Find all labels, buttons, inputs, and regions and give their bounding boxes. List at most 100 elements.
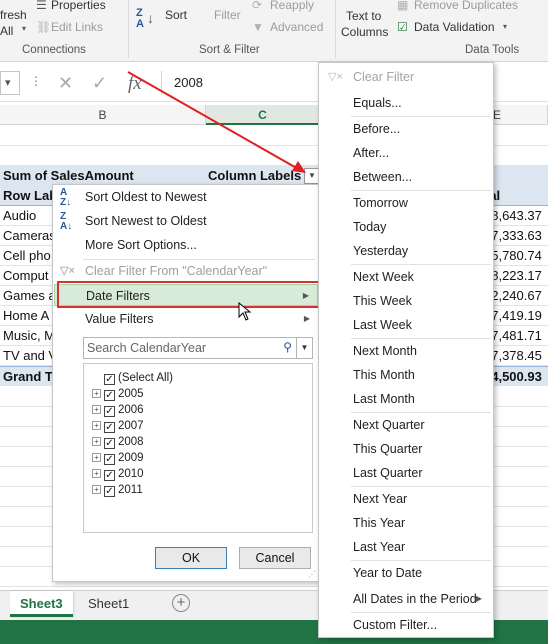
date-filter-equals[interactable]: Equals... [320, 91, 492, 115]
mouse-cursor-icon [238, 302, 252, 321]
refresh-all-button[interactable]: fresh [0, 8, 27, 22]
column-header-c[interactable]: C [206, 105, 320, 125]
edit-links-button[interactable]: Edit Links [51, 20, 103, 34]
date-filters-submenu: ▽× Clear Filter Equals... Before... Afte… [318, 62, 494, 638]
date-filter-this-year[interactable]: This Year [320, 511, 492, 535]
date-filter-this-week[interactable]: This Week [320, 289, 492, 313]
tree-item-2006[interactable]: + ✓ 2006 [92, 402, 144, 418]
filter-button[interactable]: Filter [214, 8, 241, 22]
tree-item-2010[interactable]: + ✓ 2010 [92, 466, 144, 482]
date-filter-next-week[interactable]: Next Week [320, 265, 492, 289]
tree-item-2008[interactable]: + ✓ 2008 [92, 434, 144, 450]
add-sheet-icon[interactable]: + [172, 594, 190, 612]
expand-plus-icon[interactable]: + [92, 469, 101, 478]
row-labels-cell[interactable]: Row Lab [0, 186, 57, 206]
data-validation-button[interactable]: Data Validation [414, 20, 495, 34]
date-filter-last-year[interactable]: Last Year [320, 535, 492, 559]
checkbox-checked-icon[interactable]: ✓ [104, 438, 115, 449]
search-scope-dropdown[interactable]: ▼ [296, 338, 312, 358]
date-filter-last-month[interactable]: Last Month [320, 387, 492, 411]
column-labels-cell[interactable]: Column Labels [205, 166, 301, 186]
sort-oldest-to-newest[interactable]: A Z↓ Sort Oldest to Newest [54, 186, 318, 208]
date-filter-year-to-date[interactable]: Year to Date [320, 561, 492, 585]
expand-plus-icon[interactable]: + [92, 405, 101, 414]
checkbox-checked-icon[interactable]: ✓ [104, 486, 115, 497]
confirm-entry-icon[interactable]: ✓ [92, 73, 107, 94]
date-filter-this-month[interactable]: This Month [320, 363, 492, 387]
date-filter-custom-filter[interactable]: Custom Filter... [320, 613, 492, 637]
tree-item-label: 2009 [118, 452, 144, 464]
insert-function-icon[interactable]: fx [128, 73, 142, 95]
date-filter-clear-filter[interactable]: ▽× Clear Filter [320, 65, 492, 89]
value-filters-menu-item[interactable]: Value Filters ▶ [54, 308, 318, 330]
more-sort-options[interactable]: More Sort Options... [54, 234, 318, 256]
date-filter-next-year[interactable]: Next Year [320, 487, 492, 511]
date-filter-between[interactable]: Between... [320, 165, 492, 189]
date-filter-after[interactable]: After... [320, 141, 492, 165]
date-filter-next-month[interactable]: Next Month [320, 339, 492, 363]
sort-button[interactable]: Sort [165, 8, 187, 22]
tree-item-2011[interactable]: + ✓ 2011 [92, 482, 143, 498]
expand-plus-icon[interactable]: + [92, 453, 101, 462]
checkbox-checked-icon[interactable]: ✓ [104, 470, 115, 481]
group-divider [128, 0, 129, 58]
remove-duplicates-button[interactable]: Remove Duplicates [414, 0, 518, 12]
sort-arrow-icon: ↓ [147, 10, 154, 26]
date-filter-next-quarter[interactable]: Next Quarter [320, 413, 492, 437]
chevron-down-icon[interactable]: ▾ [503, 22, 507, 31]
checkbox-checked-icon[interactable]: ✓ [104, 390, 115, 401]
expand-plus-icon[interactable]: + [92, 421, 101, 430]
text-to-columns-label[interactable]: Columns [341, 25, 388, 39]
autofilter-panel: A Z↓ Sort Oldest to Newest Z A↓ Sort Newes… [52, 184, 320, 582]
sort-za-icon[interactable]: ZA [136, 8, 144, 30]
tree-item-2005[interactable]: + ✓ 2005 [92, 386, 144, 402]
checkbox-checked-icon[interactable]: ✓ [104, 422, 115, 433]
cancel-entry-icon[interactable]: ✕ [58, 73, 73, 94]
date-filter-last-week[interactable]: Last Week [320, 313, 492, 337]
chevron-down-icon[interactable]: ▾ [22, 24, 26, 33]
reapply-button[interactable]: Reapply [270, 0, 314, 12]
refresh-all-label[interactable]: All [0, 24, 13, 38]
clear-filter-from-calendaryear[interactable]: ▽× Clear Filter From "CalendarYear" [54, 260, 318, 282]
data-validation-icon: ☑ [397, 20, 408, 34]
checkbox-checked-icon[interactable]: ✓ [104, 406, 115, 417]
menu-item-label: Last Month [353, 392, 415, 406]
ok-button[interactable]: OK [155, 547, 227, 569]
date-filter-this-quarter[interactable]: This Quarter [320, 437, 492, 461]
menu-item-label: Clear Filter From "CalendarYear" [85, 264, 268, 278]
column-header-b[interactable]: B [0, 105, 206, 125]
row-label: TV and V [3, 348, 58, 363]
expand-plus-icon[interactable]: + [92, 485, 101, 494]
properties-button[interactable]: Properties [51, 0, 106, 12]
date-filter-last-quarter[interactable]: Last Quarter [320, 461, 492, 485]
row-label: Home A [3, 308, 50, 323]
sort-newest-to-oldest[interactable]: Z A↓ Sort Newest to Oldest [54, 210, 318, 232]
search-input[interactable] [84, 338, 280, 358]
name-box[interactable]: ▾ [0, 71, 20, 95]
date-filter-yesterday[interactable]: Yesterday [320, 239, 492, 263]
tree-item-2009[interactable]: + ✓ 2009 [92, 450, 144, 466]
formula-bar-grip-icon: ⋮ [30, 74, 42, 88]
tree-item-label: 2011 [118, 484, 143, 496]
search-icon: ⚲ [283, 340, 292, 354]
resize-grip-icon[interactable]: ⋰ [308, 570, 316, 579]
text-to-columns-button[interactable]: Text to [346, 9, 381, 23]
expand-plus-icon[interactable]: + [92, 389, 101, 398]
tree-item-select-all[interactable]: ✓ (Select All) [104, 370, 173, 386]
pivot-values-field[interactable]: Sum of SalesAmount [0, 166, 134, 186]
sheet-tab-sheet3[interactable]: Sheet3 [10, 591, 73, 617]
advanced-button[interactable]: Advanced [270, 20, 323, 34]
date-filter-today[interactable]: Today [320, 215, 492, 239]
sheet-tab-sheet1[interactable]: Sheet1 [78, 591, 139, 617]
date-filter-all-dates-in-period[interactable]: All Dates in the Period ▶ [320, 587, 492, 611]
menu-item-label: This Quarter [353, 442, 423, 456]
date-filter-tomorrow[interactable]: Tomorrow [320, 191, 492, 215]
date-filter-before[interactable]: Before... [320, 117, 492, 141]
checkbox-checked-icon[interactable]: ✓ [104, 454, 115, 465]
tree-item-2007[interactable]: + ✓ 2007 [92, 418, 144, 434]
expand-plus-icon[interactable]: + [92, 437, 101, 446]
checkbox-checked-icon[interactable]: ✓ [104, 374, 115, 385]
cancel-button[interactable]: Cancel [239, 547, 311, 569]
menu-item-label: Value Filters [85, 312, 154, 326]
menu-item-label: Year to Date [353, 566, 423, 580]
